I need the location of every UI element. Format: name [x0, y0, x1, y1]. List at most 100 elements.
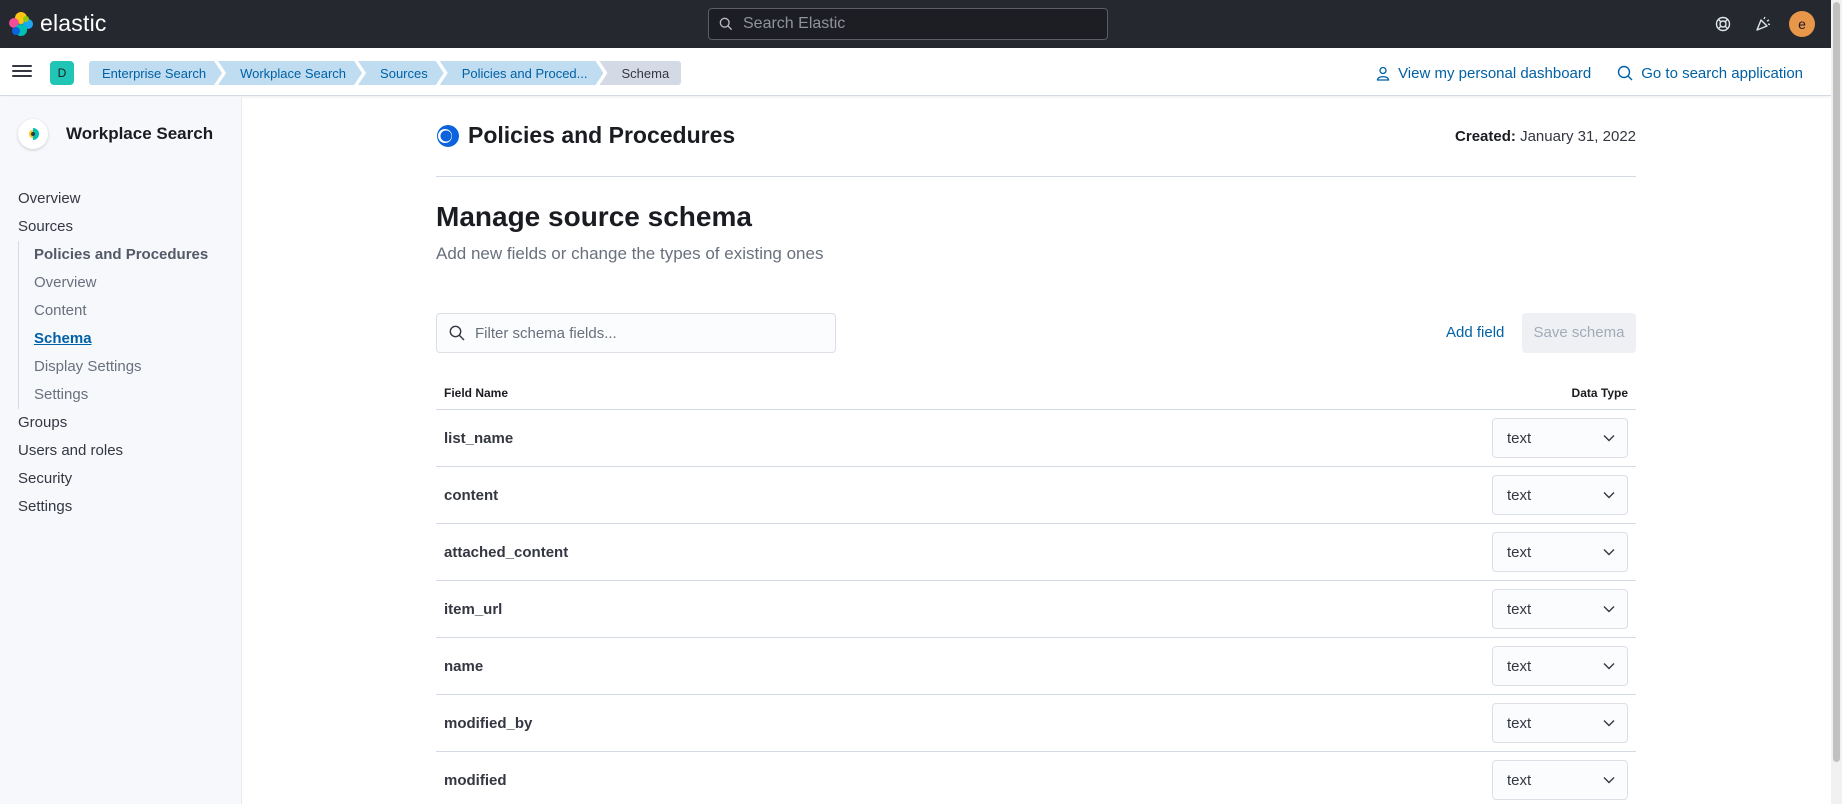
field-name: list_name: [444, 429, 514, 447]
page-scrollbar[interactable]: [1831, 0, 1842, 804]
data-type-select[interactable]: text: [1492, 475, 1628, 515]
top-header: elastic e: [0, 0, 1831, 48]
sidebar-item-overview[interactable]: Overview: [18, 185, 228, 213]
breadcrumb: Enterprise Search Workplace Search Sourc…: [89, 61, 682, 85]
sidebar-brand: Workplace Search: [18, 119, 213, 149]
data-type-select[interactable]: text: [1492, 418, 1628, 458]
data-type-value: text: [1507, 714, 1532, 732]
save-schema-button[interactable]: Save schema: [1522, 313, 1636, 353]
chevron-down-icon: [1603, 492, 1615, 499]
chevron-down-icon: [1603, 549, 1615, 556]
field-name: item_url: [444, 600, 503, 618]
data-type-value: text: [1507, 429, 1532, 447]
hamburger-icon: [12, 65, 32, 67]
data-type-select[interactable]: text: [1492, 646, 1628, 686]
sidebar-nav: Overview Sources Policies and Procedures…: [18, 185, 228, 521]
data-type-select[interactable]: text: [1492, 532, 1628, 572]
table-body: list_name text content text attached_content…: [436, 410, 1636, 804]
space-avatar[interactable]: D: [50, 61, 74, 85]
breadcrumb-enterprise-search[interactable]: Enterprise Search: [89, 61, 222, 85]
search-application-label: Go to search application: [1641, 64, 1803, 82]
sidebar-item-source-overview[interactable]: Overview: [34, 269, 228, 297]
search-application-link[interactable]: Go to search application: [1617, 65, 1803, 82]
data-type-value: text: [1507, 600, 1532, 618]
search-icon: [1618, 65, 1633, 81]
sidebar-title: Workplace Search: [66, 124, 214, 143]
menu-toggle-button[interactable]: [12, 62, 32, 82]
sidebar-item-schema[interactable]: Schema: [34, 325, 228, 353]
table-row: name text: [436, 638, 1636, 695]
logo-text: elastic: [40, 10, 107, 36]
created-value: January 31, 2022: [1520, 128, 1636, 145]
search-icon: [449, 325, 465, 341]
hamburger-icon-line: [12, 75, 32, 77]
newsfeed-icon: [1756, 16, 1771, 31]
sidebar-item-security[interactable]: Security: [18, 465, 228, 493]
data-type-select[interactable]: text: [1492, 703, 1628, 743]
schema-filter[interactable]: [436, 313, 836, 353]
chevron-down-icon: [1603, 435, 1615, 442]
user-icon: [1376, 66, 1390, 81]
table-row: attached_content text: [436, 524, 1636, 581]
personal-dashboard-label: View my personal dashboard: [1398, 64, 1592, 82]
table-header: Field Name Data Type: [436, 376, 1636, 410]
field-name: modified_by: [444, 714, 533, 732]
chevron-down-icon: [1603, 606, 1615, 613]
table-row: content text: [436, 467, 1636, 524]
sources-subnav: Policies and Procedures Overview Content…: [18, 241, 228, 409]
user-avatar[interactable]: e: [1789, 11, 1815, 37]
table-row: list_name text: [436, 410, 1636, 467]
created-label: Created:: [1455, 128, 1516, 145]
global-search[interactable]: [708, 8, 1108, 40]
sharepoint-icon: [437, 125, 459, 147]
field-name: modified: [444, 771, 507, 789]
sidebar-item-groups[interactable]: Groups: [18, 409, 228, 437]
sidebar-item-source-name: Policies and Procedures: [34, 246, 209, 263]
workplace-search-icon: [29, 128, 39, 140]
sidebar-item-settings[interactable]: Settings: [18, 493, 228, 521]
data-type-value: text: [1507, 771, 1532, 789]
page-title: Policies and Procedures: [468, 122, 736, 148]
column-data-type: Data Type: [1571, 385, 1628, 400]
field-name: content: [444, 486, 499, 504]
personal-dashboard-link[interactable]: View my personal dashboard: [1376, 65, 1591, 82]
table-row: modified_by text: [436, 695, 1636, 752]
sidebar-item-sources[interactable]: Sources: [18, 213, 228, 241]
sidebar-item-users-roles[interactable]: Users and roles: [18, 437, 228, 465]
data-type-value: text: [1507, 657, 1532, 675]
chevron-down-icon: [1603, 663, 1615, 670]
chevron-down-icon: [1603, 720, 1615, 727]
data-type-select[interactable]: text: [1492, 760, 1628, 800]
breadcrumb-workplace-search[interactable]: Workplace Search: [218, 61, 362, 85]
sidebar: Workplace Search Overview Sources Polici…: [0, 97, 242, 804]
header-links: View my personal dashboard Go to search …: [1350, 61, 1803, 85]
data-type-value: text: [1507, 543, 1532, 561]
help-button[interactable]: [1703, 0, 1743, 48]
global-search-input[interactable]: [743, 15, 1083, 33]
sidebar-item-content[interactable]: Content: [34, 297, 228, 325]
elastic-logo[interactable]: elastic: [8, 10, 107, 37]
help-icon: [1715, 16, 1731, 32]
sidebar-item-source-settings[interactable]: Settings: [34, 381, 228, 409]
breadcrumb-sources[interactable]: Sources: [358, 61, 444, 85]
section-subtitle: Add new fields or change the types of ex…: [436, 244, 824, 263]
field-name: attached_content: [444, 543, 569, 561]
section-title: Manage source schema: [436, 201, 752, 232]
main-content: Policies and Procedures Created: January…: [436, 97, 1636, 800]
page-header: Policies and Procedures Created: January…: [436, 97, 1636, 177]
scrollbar-thumb[interactable]: [1833, 2, 1840, 762]
schema-filter-input[interactable]: [475, 324, 815, 342]
data-type-value: text: [1507, 486, 1532, 504]
workplace-search-logo: [18, 119, 48, 149]
sidebar-item-display-settings[interactable]: Display Settings: [34, 353, 228, 381]
header-actions: e: [1703, 0, 1831, 48]
field-name: name: [444, 657, 484, 675]
add-field-button[interactable]: Add field: [1438, 313, 1512, 353]
breadcrumb-schema: Schema: [599, 61, 682, 85]
breadcrumb-policies[interactable]: Policies and Proced...: [440, 61, 604, 85]
table-row: modified text: [436, 752, 1636, 804]
newsfeed-button[interactable]: [1743, 0, 1783, 48]
created-date: Created: January 31, 2022: [1455, 128, 1636, 145]
data-type-select[interactable]: text: [1492, 589, 1628, 629]
hamburger-icon-line: [12, 70, 32, 72]
